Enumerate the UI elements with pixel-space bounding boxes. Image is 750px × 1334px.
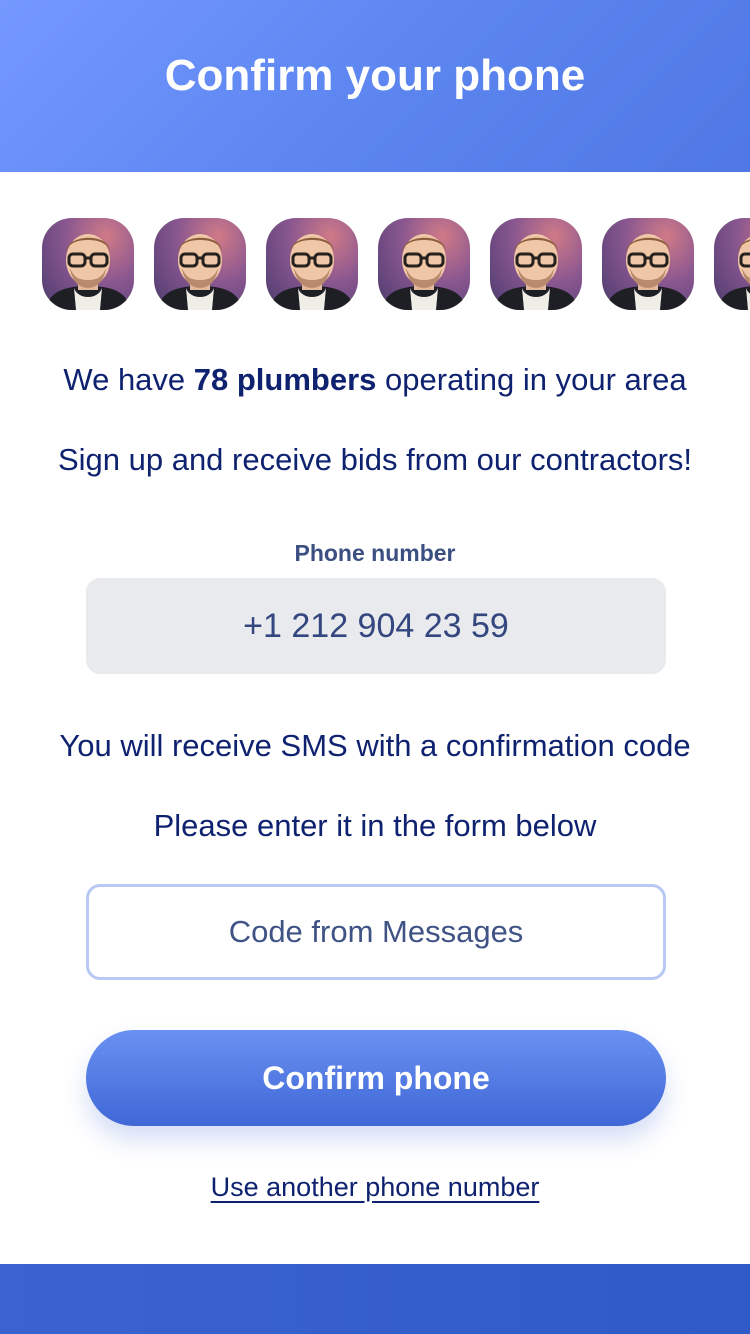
- confirmation-code-field[interactable]: [86, 884, 666, 980]
- contractor-avatar-icon: [42, 218, 134, 310]
- confirm-phone-button[interactable]: Confirm phone: [86, 1030, 666, 1126]
- enter-code-instruction: Please enter it in the form below: [153, 808, 597, 843]
- count-prefix: We have: [63, 362, 194, 397]
- contractor-avatars-strip: [42, 218, 750, 310]
- contractor-avatar-icon: [602, 218, 694, 310]
- contractor-avatar-icon: [154, 218, 246, 310]
- confirmation-code-input[interactable]: [89, 887, 663, 977]
- count-highlight: 78 plumbers: [193, 362, 377, 397]
- page-footer: [0, 1264, 750, 1334]
- phone-number-field: +1 212 904 23 59: [86, 578, 666, 674]
- count-suffix: operating in your area: [376, 362, 687, 397]
- signup-text: Sign up and receive bids from our contra…: [57, 442, 693, 477]
- page-header: Confirm your phone: [0, 0, 750, 172]
- contractor-avatar-icon: [714, 218, 750, 310]
- contractor-avatar-icon: [378, 218, 470, 310]
- page-title: Confirm your phone: [164, 51, 586, 100]
- alt-phone-link-wrapper: Use another phone number: [0, 1172, 750, 1203]
- contractor-avatar-icon: [266, 218, 358, 310]
- phone-number-label: Phone number: [294, 540, 456, 566]
- contractors-count-text: We have 78 plumbers operating in your ar…: [0, 362, 750, 398]
- contractor-avatar-icon: [490, 218, 582, 310]
- sms-info-text: You will receive SMS with a confirmation…: [59, 728, 691, 763]
- use-another-phone-link[interactable]: Use another phone number: [211, 1172, 540, 1202]
